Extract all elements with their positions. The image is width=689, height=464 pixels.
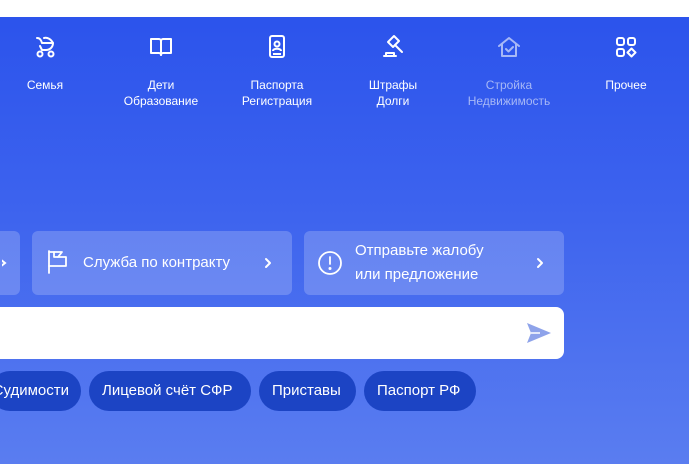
chip-label: Судимости: [0, 382, 69, 399]
nav-item-other[interactable]: Прочее: [566, 30, 686, 93]
category-nav: Семья Дети Образование Паспорта Регистра: [0, 30, 689, 130]
chip-bailiffs[interactable]: Приставы: [259, 371, 356, 411]
chip-label: Паспорт РФ: [377, 382, 461, 399]
nav-label-line1: Штрафы: [368, 78, 418, 92]
nav-item-children[interactable]: Дети Образование: [101, 30, 221, 109]
card-label: Служба по контракту: [83, 254, 231, 271]
nav-label-line2: Регистрация: [241, 94, 313, 108]
card-contract-service[interactable]: Служба по контракту: [32, 231, 292, 295]
gavel-icon: [376, 30, 410, 64]
nav-label-line1: Стройка: [485, 78, 533, 92]
chip-label: Лицевой счёт СФР: [102, 382, 233, 399]
search-input[interactable]: [0, 307, 500, 359]
card-label-line1: Отправьте жалобу: [355, 242, 484, 259]
alert-circle-icon: [317, 250, 343, 281]
card-label-line2: или предложение: [355, 266, 479, 283]
search-box: [0, 307, 564, 359]
nav-item-passports[interactable]: Паспорта Регистрация: [217, 30, 337, 109]
nav-label-line1: Семья: [26, 78, 64, 92]
chip-passport-rf[interactable]: Паспорт РФ: [364, 371, 476, 411]
house-icon: [492, 30, 526, 64]
passport-icon: [260, 30, 294, 64]
nav-item-construction[interactable]: Стройка Недвижимость: [449, 30, 569, 109]
card-partial[interactable]: [0, 231, 20, 295]
nav-label-line1: Паспорта: [250, 78, 304, 92]
nav-label-line1: Прочее: [605, 78, 647, 92]
card-complaint[interactable]: Отправьте жалобу или предложение: [304, 231, 564, 295]
nav-label-line2: Долги: [376, 94, 410, 108]
chevron-right-icon: [265, 258, 271, 268]
top-bar: [0, 0, 689, 17]
nav-label-line1: Дети: [147, 78, 175, 92]
grid-icon: [609, 30, 643, 64]
chevron-right-icon: [2, 259, 7, 267]
nav-label-line2: Недвижимость: [467, 94, 551, 108]
book-icon: [144, 30, 178, 64]
nav-item-family[interactable]: Семья: [0, 30, 105, 93]
chip-convictions[interactable]: Судимости: [0, 371, 81, 411]
send-icon[interactable]: [524, 318, 554, 348]
chevron-right-icon: [537, 258, 543, 268]
nav-item-fines[interactable]: Штрафы Долги: [333, 30, 453, 109]
flag-icon: [46, 249, 70, 280]
chip-sfr-account[interactable]: Лицевой счёт СФР: [89, 371, 251, 411]
nav-label-line2: Образование: [123, 94, 199, 108]
chip-label: Приставы: [272, 382, 341, 399]
stroller-icon: [28, 30, 62, 64]
